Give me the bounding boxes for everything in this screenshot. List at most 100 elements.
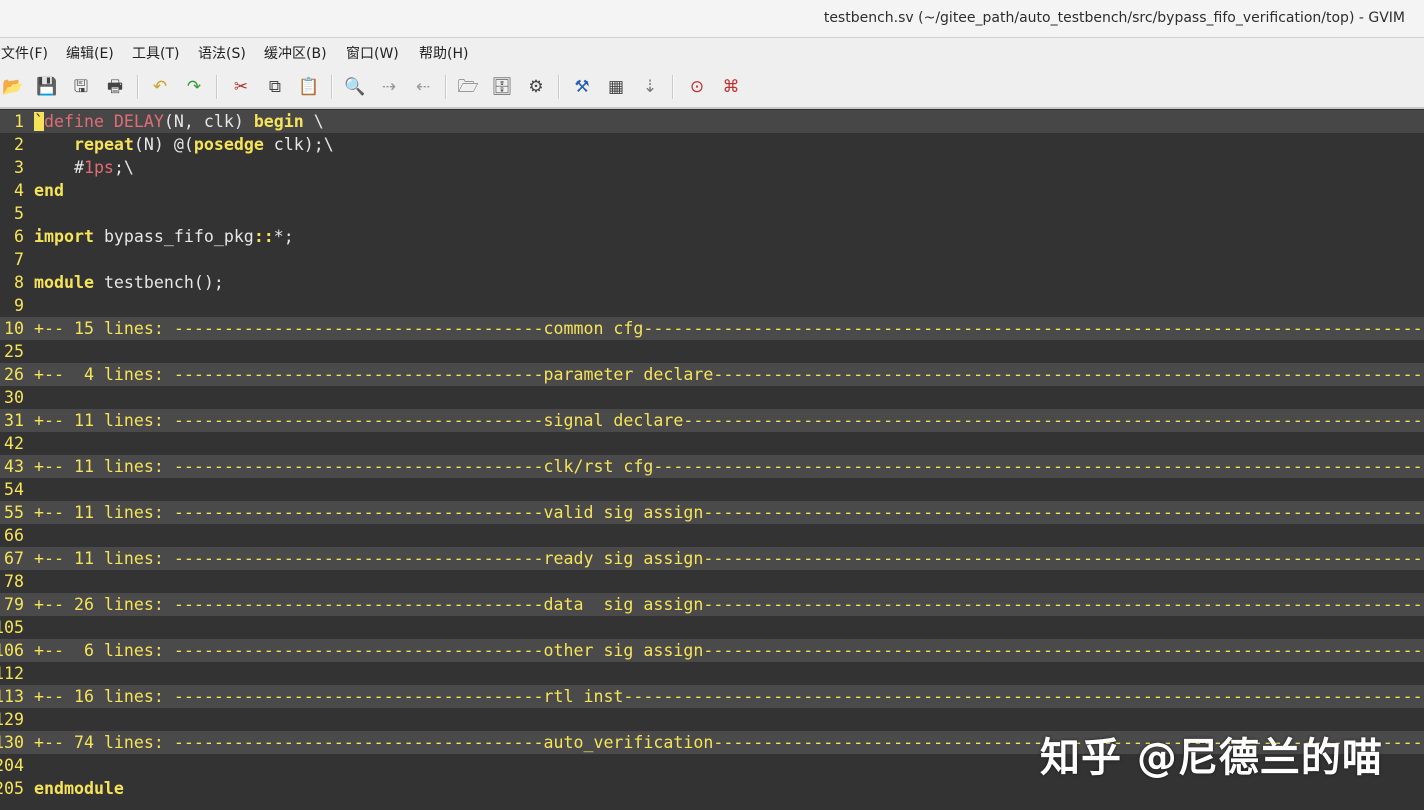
find-next-icon[interactable]: ⇢: [377, 75, 401, 99]
line-number: 66: [4, 525, 24, 545]
code-line[interactable]: 112: [0, 662, 1424, 685]
line-number: 4: [14, 180, 24, 200]
code-line[interactable]: 7: [0, 248, 1424, 271]
code-line[interactable]: 3 #1ps;\: [0, 156, 1424, 179]
code-token: \: [303, 111, 324, 131]
line-number: 67: [4, 548, 24, 568]
code-line[interactable]: 30: [0, 386, 1424, 409]
undo-icon[interactable]: ↶: [148, 75, 172, 99]
help-icon[interactable]: ⊙: [685, 75, 709, 99]
line-number: 113: [0, 686, 24, 706]
toolbar-separator: [672, 75, 674, 99]
line-number: 129: [0, 709, 24, 729]
print-icon[interactable]: 🖶: [103, 75, 127, 99]
code-line[interactable]: 66: [0, 524, 1424, 547]
toolbar-separator: [216, 75, 218, 99]
fold-line[interactable]: 67 +-- 11 lines: ------------------------…: [0, 546, 1424, 570]
run-script-icon[interactable]: ⚙: [524, 75, 548, 99]
fold-line[interactable]: 43 +-- 11 lines: ------------------------…: [0, 454, 1424, 478]
copy-icon[interactable]: ⧉: [263, 75, 287, 99]
line-number: 9: [14, 295, 24, 315]
line-code: +-- 11 lines: --------------------------…: [34, 410, 1424, 430]
fold-line[interactable]: 31 +-- 11 lines: ------------------------…: [0, 408, 1424, 432]
code-token: repeat: [73, 134, 134, 154]
code-token: (N) @(: [133, 134, 194, 154]
find-replace-icon[interactable]: 🔍: [343, 75, 367, 99]
code-line[interactable]: 2 repeat(N) @(posedge clk);\: [0, 133, 1424, 156]
code-line[interactable]: 105: [0, 616, 1424, 639]
line-code: +-- 15 lines: --------------------------…: [34, 318, 1424, 338]
code-token: module: [34, 272, 94, 292]
code-token: ::: [253, 226, 274, 246]
menu-edit[interactable]: 编辑(E): [66, 43, 114, 63]
menu-bar: 文件(F) 编辑(E) 工具(T) 语法(S) 缓冲区(B) 窗口(W) 帮助(…: [0, 38, 1424, 66]
code-line[interactable]: 6 import bypass_fifo_pkg::*;: [0, 225, 1424, 248]
line-number: 205: [0, 778, 24, 798]
shell-icon[interactable]: ▦: [604, 75, 628, 99]
line-number: 6: [14, 226, 24, 246]
code-token: begin: [253, 111, 304, 131]
code-line[interactable]: 78: [0, 570, 1424, 593]
code-token: *;: [273, 226, 294, 246]
paste-icon[interactable]: 📋: [297, 75, 321, 99]
open-icon[interactable]: 📂: [1, 75, 25, 99]
code-line[interactable]: 5: [0, 202, 1424, 225]
line-code: module testbench();: [34, 271, 224, 294]
code-line[interactable]: 9: [0, 294, 1424, 317]
line-number: 112: [0, 663, 24, 683]
fold-line[interactable]: 106 +-- 6 lines: ------------------------…: [0, 638, 1424, 662]
code-line[interactable]: 4 end: [0, 179, 1424, 202]
menu-buffers[interactable]: 缓冲区(B): [264, 43, 327, 63]
code-line[interactable]: 1 `define DELAY(N, clk) begin \: [0, 109, 1424, 133]
find-help-icon[interactable]: ⌘: [719, 75, 743, 99]
line-number: 42: [4, 433, 24, 453]
menu-file[interactable]: 文件(F): [1, 43, 48, 63]
menu-syntax[interactable]: 语法(S): [198, 43, 246, 63]
redo-icon[interactable]: ↷: [182, 75, 206, 99]
line-code: #1ps;\: [34, 156, 134, 179]
line-number: 25: [4, 341, 24, 361]
load-session-icon[interactable]: 🗁: [456, 75, 480, 99]
fold-line[interactable]: 113 +-- 16 lines: -----------------------…: [0, 684, 1424, 708]
fold-line[interactable]: 10 +-- 15 lines: ------------------------…: [0, 316, 1424, 340]
line-code: +-- 26 lines: --------------------------…: [34, 594, 1424, 614]
save-all-icon[interactable]: 🖫: [69, 75, 93, 99]
code-line[interactable]: 8 module testbench();: [0, 271, 1424, 294]
watermark: 知乎 @尼德兰的喵: [1040, 735, 1383, 781]
line-number: 31: [4, 410, 24, 430]
code-token: #: [34, 157, 84, 177]
code-token: clk);\: [263, 134, 334, 154]
code-line[interactable]: 54: [0, 478, 1424, 501]
editor-area[interactable]: 1 `define DELAY(N, clk) begin \ 2 repeat(N…: [0, 109, 1424, 810]
code-token: testbench();: [93, 272, 224, 292]
toolbar-separator: [331, 75, 333, 99]
cut-icon[interactable]: ✂: [229, 75, 253, 99]
line-code: import bypass_fifo_pkg::*;: [34, 225, 294, 248]
code-token: define DELAY: [44, 111, 164, 131]
menu-tools[interactable]: 工具(T): [132, 43, 179, 63]
jump-tag-icon[interactable]: ⇣: [638, 75, 662, 99]
fold-line[interactable]: 55 +-- 11 lines: ------------------------…: [0, 500, 1424, 524]
fold-line[interactable]: 79 +-- 26 lines: ------------------------…: [0, 592, 1424, 616]
code-line[interactable]: 42: [0, 432, 1424, 455]
text-cursor: `: [34, 111, 44, 131]
window-title: testbench.sv (~/gitee_path/auto_testbenc…: [823, 10, 1405, 26]
fold-line[interactable]: 26 +-- 4 lines: -------------------------…: [0, 362, 1424, 386]
code-line[interactable]: 25: [0, 340, 1424, 363]
line-code: +-- 11 lines: --------------------------…: [34, 502, 1424, 522]
code-token: import: [34, 226, 94, 246]
line-number: 106: [0, 640, 24, 660]
line-number: 78: [4, 571, 24, 591]
code-token: endmodule: [34, 778, 124, 798]
line-code: +-- 6 lines: ---------------------------…: [34, 640, 1424, 660]
line-number: 10: [4, 318, 24, 338]
menu-help[interactable]: 帮助(H): [419, 43, 468, 63]
menu-window[interactable]: 窗口(W): [346, 43, 399, 63]
line-code: endmodule: [34, 777, 124, 800]
save-icon[interactable]: 💾: [35, 75, 59, 99]
make-icon[interactable]: ⚒: [570, 75, 594, 99]
save-session-icon[interactable]: 🗄: [490, 75, 514, 99]
find-prev-icon[interactable]: ⇠: [411, 75, 435, 99]
code-token: end: [34, 180, 64, 200]
